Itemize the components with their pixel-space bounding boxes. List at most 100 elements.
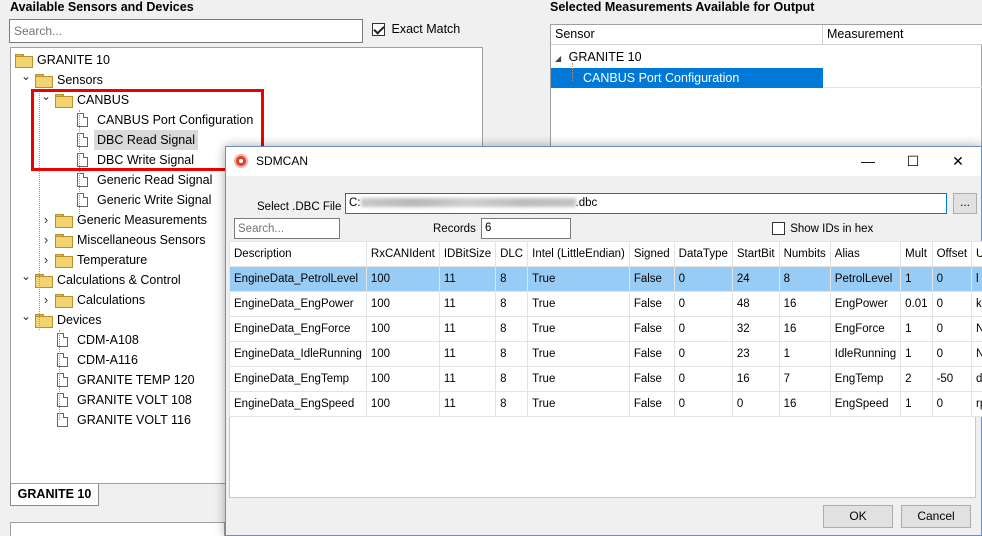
- table-cell[interactable]: 0: [731, 391, 780, 417]
- column-header[interactable]: Offset: [931, 241, 973, 267]
- table-cell[interactable]: False: [628, 391, 675, 417]
- table-cell[interactable]: 100: [365, 316, 440, 342]
- column-header[interactable]: StartBit: [731, 241, 780, 267]
- column-header[interactable]: RxCANIdent: [365, 241, 440, 267]
- dbc-file-input[interactable]: C: .dbc: [345, 193, 947, 214]
- table-cell[interactable]: 1: [778, 341, 831, 367]
- cancel-button[interactable]: Cancel: [901, 505, 971, 528]
- table-cell[interactable]: 11: [438, 316, 497, 342]
- table-cell[interactable]: PetrolLevel: [829, 266, 902, 292]
- table-cell[interactable]: False: [628, 266, 675, 292]
- chevron-right-icon[interactable]: ›: [41, 230, 51, 250]
- table-cell[interactable]: EngineData_EngTemp: [229, 366, 367, 392]
- table-cell[interactable]: EngForce: [829, 316, 902, 342]
- table-cell[interactable]: False: [628, 366, 675, 392]
- table-cell[interactable]: EngTemp: [829, 366, 902, 392]
- column-header[interactable]: Alias: [829, 241, 902, 267]
- table-cell[interactable]: False: [628, 341, 675, 367]
- table-row[interactable]: EngineData_IdleRunning 100 11 8 True False 0 23…: [229, 341, 982, 367]
- table-row[interactable]: EngineData_EngTemp 100 11 8 True False 0 16 7 Eng…: [229, 366, 982, 392]
- table-cell[interactable]: EngineData_IdleRunning: [229, 341, 367, 367]
- table-cell[interactable]: 100: [365, 291, 440, 317]
- table-cell[interactable]: 16: [778, 391, 831, 417]
- close-icon[interactable]: ✕: [935, 147, 981, 176]
- table-cell[interactable]: EngineData_EngForce: [229, 316, 367, 342]
- output-device-row[interactable]: ◢ GRANITE 10: [555, 50, 642, 64]
- table-cell[interactable]: 0: [931, 266, 973, 292]
- tree-node[interactable]: GRANITE 10: [11, 50, 481, 70]
- column-header[interactable]: Description: [229, 241, 367, 267]
- table-cell[interactable]: 0: [673, 391, 733, 417]
- table-cell[interactable]: kW: [971, 291, 982, 317]
- table-cell[interactable]: 100: [365, 266, 440, 292]
- table-cell[interactable]: 23: [731, 341, 780, 367]
- table-cell[interactable]: 11: [438, 266, 497, 292]
- table-cell[interactable]: True: [527, 391, 630, 417]
- chevron-down-icon[interactable]: ⌄: [21, 266, 31, 286]
- table-row[interactable]: EngineData_EngPower 100 11 8 True False 0 48 16 E…: [229, 291, 982, 317]
- chevron-right-icon[interactable]: ›: [41, 210, 51, 230]
- table-row[interactable]: EngineData_EngSpeed 100 11 8 True False 0 0 16 En…: [229, 391, 982, 417]
- table-cell[interactable]: 24: [731, 266, 780, 292]
- table-cell[interactable]: 100: [365, 341, 440, 367]
- table-cell[interactable]: 1: [900, 341, 933, 367]
- column-header[interactable]: Intel (LittleEndian): [527, 241, 630, 267]
- table-cell[interactable]: 48: [731, 291, 780, 317]
- column-header[interactable]: Units: [971, 241, 982, 267]
- table-cell[interactable]: 8: [495, 391, 529, 417]
- dialog-titlebar[interactable]: SDMCAN — ☐ ✕: [226, 147, 981, 176]
- table-cell[interactable]: None: [971, 341, 982, 367]
- table-cell[interactable]: 0: [931, 316, 973, 342]
- table-cell[interactable]: 11: [438, 366, 497, 392]
- chevron-down-icon[interactable]: ⌄: [21, 66, 31, 86]
- minimize-icon[interactable]: —: [845, 147, 891, 176]
- column-header[interactable]: Mult: [900, 241, 933, 267]
- table-cell[interactable]: 1: [900, 391, 933, 417]
- table-cell[interactable]: EngPower: [829, 291, 902, 317]
- sensor-search-input[interactable]: [9, 19, 363, 43]
- output-selected-row[interactable]: CANBUS Port Configuration: [551, 68, 823, 88]
- table-cell[interactable]: True: [527, 266, 630, 292]
- show-ids-hex-checkbox[interactable]: Show IDs in hex: [772, 222, 873, 235]
- table-cell[interactable]: 0: [673, 366, 733, 392]
- table-cell[interactable]: 0: [931, 341, 973, 367]
- table-cell[interactable]: True: [527, 291, 630, 317]
- table-row[interactable]: EngineData_EngForce 100 11 8 True False 0 32 16 E…: [229, 316, 982, 342]
- table-cell[interactable]: 100: [365, 391, 440, 417]
- table-cell[interactable]: 8: [495, 266, 529, 292]
- table-cell[interactable]: 2: [900, 366, 933, 392]
- maximize-icon[interactable]: ☐: [890, 147, 936, 176]
- column-header[interactable]: Numbits: [778, 241, 831, 267]
- table-cell[interactable]: 0: [673, 341, 733, 367]
- table-cell[interactable]: EngineData_EngSpeed: [229, 391, 367, 417]
- column-header-sensor[interactable]: Sensor: [551, 25, 823, 45]
- table-cell[interactable]: 7: [778, 366, 831, 392]
- table-cell[interactable]: 0.01: [900, 291, 933, 317]
- table-cell[interactable]: 8: [495, 291, 529, 317]
- tree-node[interactable]: ⌄ Sensors: [11, 69, 481, 90]
- table-cell[interactable]: rpm: [971, 391, 982, 417]
- table-cell[interactable]: False: [628, 316, 675, 342]
- table-cell[interactable]: 8: [495, 316, 529, 342]
- column-header[interactable]: DataType: [673, 241, 733, 267]
- table-cell[interactable]: 11: [438, 341, 497, 367]
- browse-button[interactable]: ...: [953, 193, 977, 214]
- exact-match-checkbox[interactable]: Exact Match: [372, 22, 460, 37]
- table-cell[interactable]: True: [527, 341, 630, 367]
- table-cell[interactable]: 32: [731, 316, 780, 342]
- table-cell[interactable]: 0: [931, 291, 973, 317]
- table-cell[interactable]: 0: [673, 316, 733, 342]
- table-cell[interactable]: l: [971, 266, 982, 292]
- table-cell[interactable]: False: [628, 291, 675, 317]
- column-header-measurement[interactable]: Measurement: [823, 25, 982, 45]
- dialog-search-input[interactable]: [234, 218, 340, 239]
- tree-collapse-icon[interactable]: ◢: [555, 54, 561, 63]
- table-cell[interactable]: 11: [438, 291, 497, 317]
- column-header[interactable]: Signed: [628, 241, 675, 267]
- table-cell[interactable]: True: [527, 316, 630, 342]
- table-cell[interactable]: 0: [673, 291, 733, 317]
- table-cell[interactable]: degC: [971, 366, 982, 392]
- table-cell[interactable]: 0: [673, 266, 733, 292]
- ok-button[interactable]: OK: [823, 505, 893, 528]
- table-cell[interactable]: 11: [438, 391, 497, 417]
